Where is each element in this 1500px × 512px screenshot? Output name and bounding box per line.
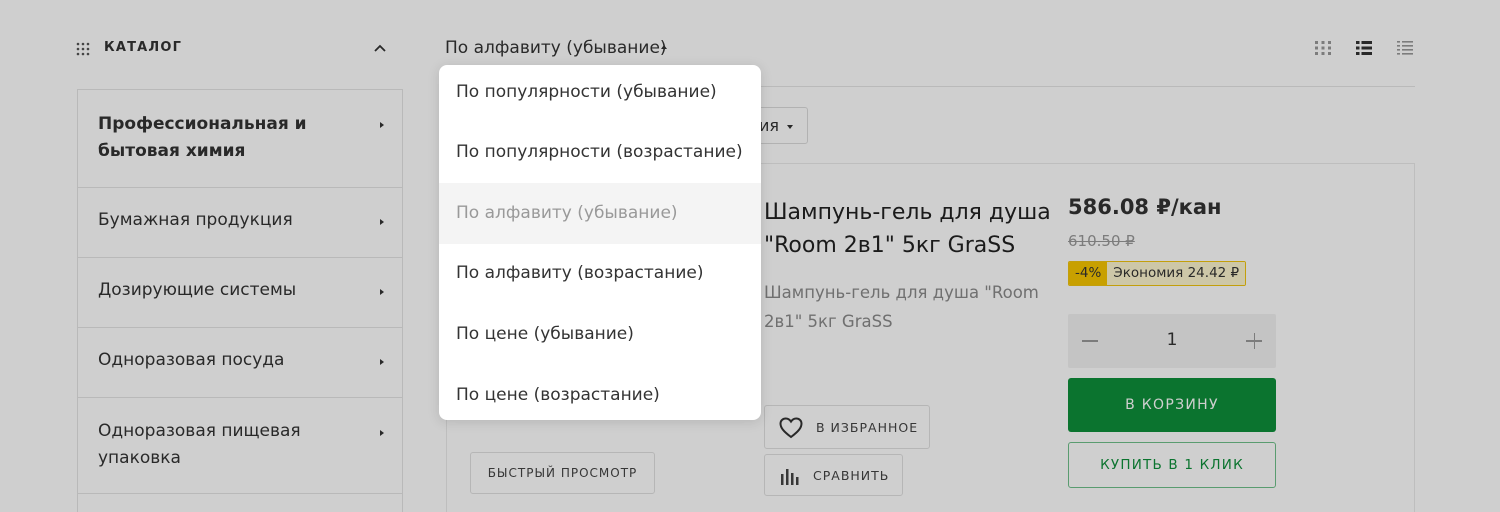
sort-option-popularity-desc[interactable]: По популярности (убывание)	[439, 65, 761, 123]
sort-option-popularity-asc[interactable]: По популярности (возрастание)	[439, 122, 761, 183]
page: КАТАЛОГ Профессиональная и бытовая химия…	[0, 0, 1500, 512]
sort-option-price-asc[interactable]: По цене (возрастание)	[439, 365, 761, 420]
sort-option-alpha-asc[interactable]: По алфавиту (возрастание)	[439, 243, 761, 304]
sort-option-alpha-desc[interactable]: По алфавиту (убывание)	[439, 183, 761, 244]
sort-option-price-desc[interactable]: По цене (убывание)	[439, 304, 761, 365]
sort-dropdown: По популярности (убывание) По популярнос…	[439, 65, 761, 420]
